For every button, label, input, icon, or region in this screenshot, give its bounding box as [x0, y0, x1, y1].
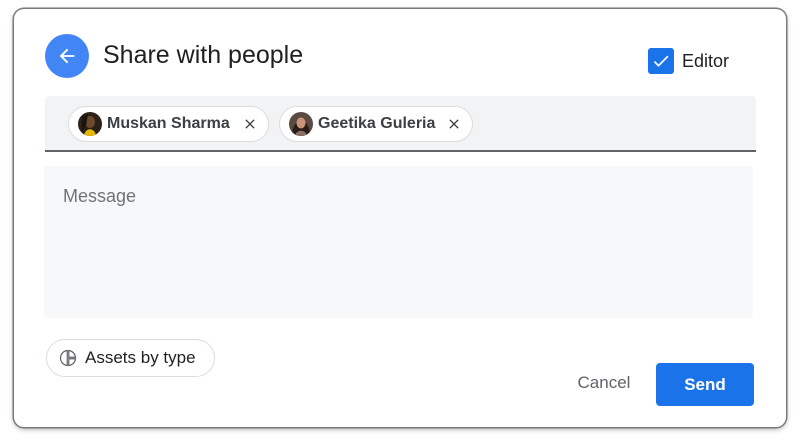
assets-by-type-chip[interactable]: Assets by type — [46, 339, 215, 377]
recipient-chip[interactable]: Geetika Guleria — [279, 106, 473, 142]
cancel-button[interactable]: Cancel — [559, 364, 649, 402]
arrow-back-icon — [59, 48, 75, 64]
assets-by-type-label: Assets by type — [85, 348, 196, 367]
editor-toggle[interactable]: Editor — [648, 48, 729, 74]
remove-recipient-button[interactable] — [240, 114, 260, 134]
recipient-name: Muskan Sharma — [107, 115, 230, 132]
editor-checkbox[interactable] — [648, 48, 674, 74]
avatar — [289, 112, 313, 136]
checkmark-icon — [653, 55, 669, 67]
remove-recipient-button[interactable] — [444, 114, 464, 134]
pie-chart-icon — [59, 349, 77, 367]
recipient-chip[interactable]: Muskan Sharma — [68, 106, 269, 142]
recipient-name: Geetika Guleria — [318, 115, 436, 132]
recipients-field[interactable]: Muskan Sharma Geetika Guleria — [45, 96, 756, 152]
share-dialog: Share with people Editor Muskan Sharma G… — [14, 9, 786, 427]
back-button[interactable] — [45, 34, 89, 78]
close-icon — [449, 119, 459, 129]
send-button[interactable]: Send — [656, 363, 754, 406]
dialog-title: Share with people — [103, 41, 304, 69]
editor-label: Editor — [682, 50, 730, 71]
avatar — [78, 112, 102, 136]
close-icon — [245, 119, 255, 129]
message-input[interactable] — [44, 166, 753, 318]
